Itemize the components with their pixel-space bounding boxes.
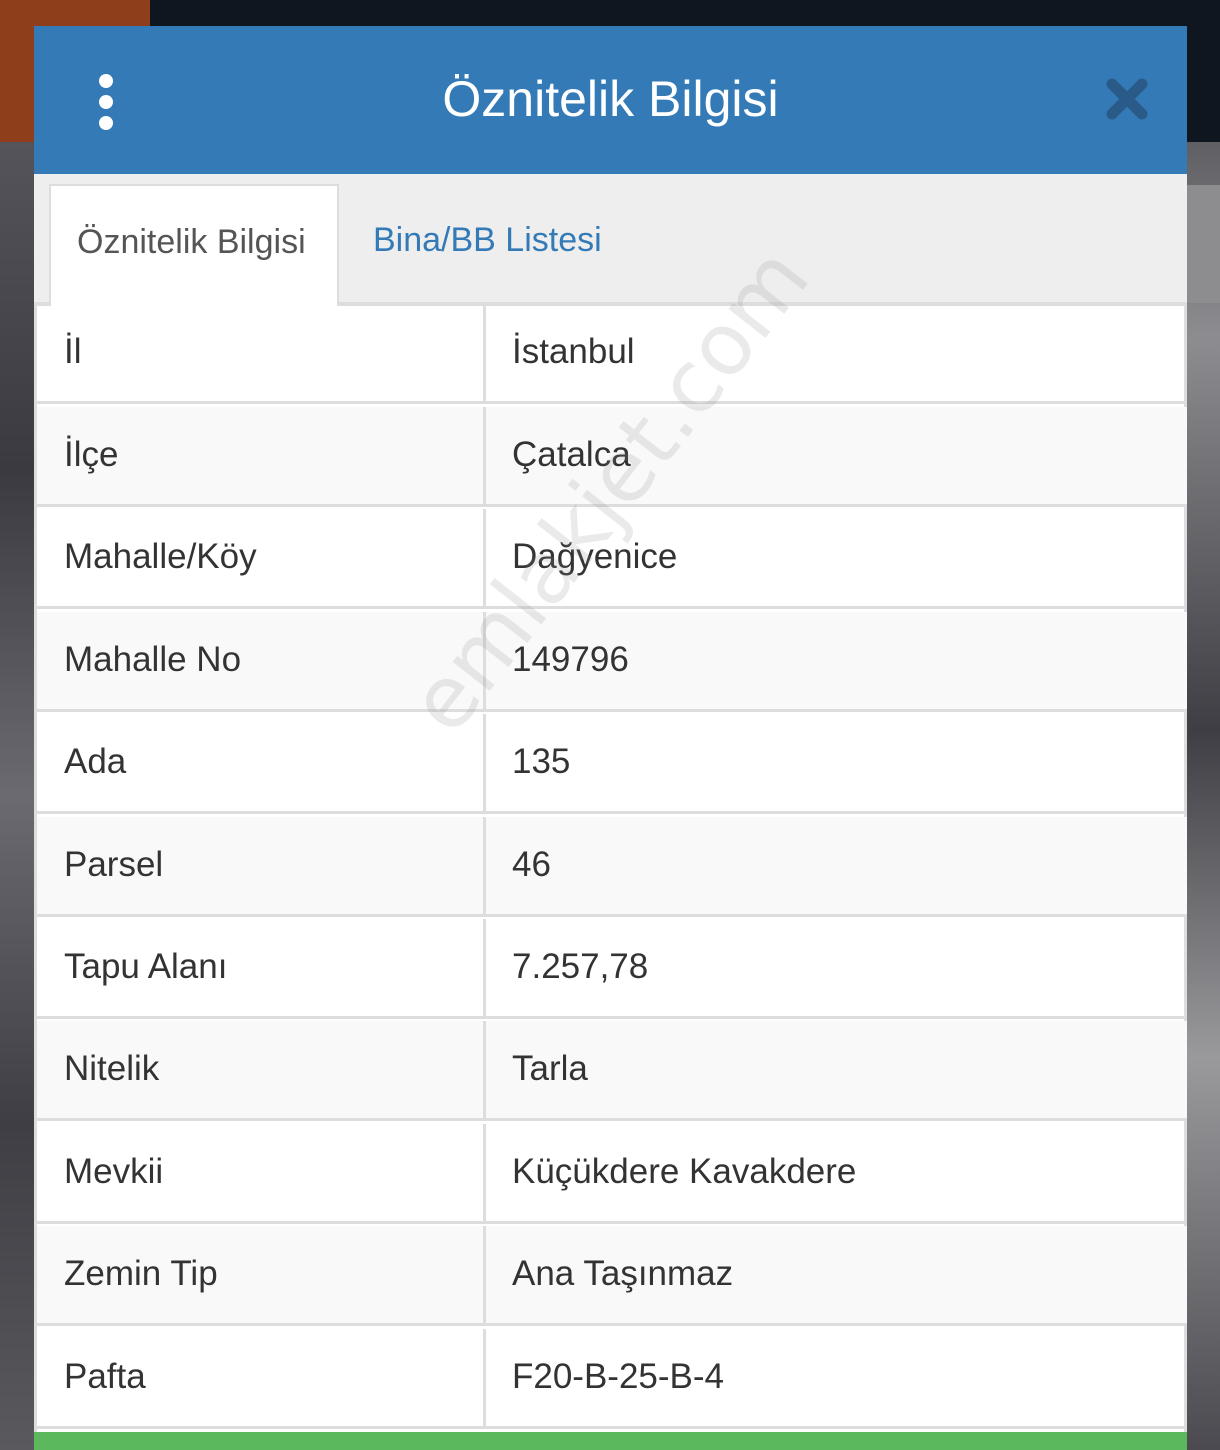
attribute-value: Dağyenice [512,537,678,576]
attribute-key: Mahalle/Köy [64,537,257,576]
attribute-key: Zemin Tip [64,1254,218,1293]
attribute-value: İstanbul [512,332,635,371]
attribute-key: İlçe [64,435,119,474]
table-row: Mahalle/Köy Dağyenice [37,509,1187,609]
table-row: Mahalle No 149796 [37,612,1187,712]
attribute-value: Tarla [512,1049,588,1088]
dialog-title: Öznitelik Bilgisi [442,71,779,127]
attribute-key: Pafta [64,1357,146,1396]
attribute-key: Tapu Alanı [64,947,228,986]
attribute-key: Parsel [64,845,164,884]
table-row: Tapu Alanı 7.257,78 [37,919,1187,1019]
footer-action-bar[interactable] [34,1432,1187,1450]
attribute-key: Mevkii [64,1152,164,1191]
vertical-ellipsis-icon[interactable] [96,74,116,130]
map-background-left [0,142,34,1450]
table-row: Parsel 46 [37,817,1187,917]
tab-bar: Öznitelik Bilgisi Bina/BB Listesi [34,174,1187,306]
table-row: Nitelik Tarla [37,1021,1187,1121]
table-row: Mevkii Küçükdere Kavakdere [37,1124,1187,1224]
attribute-key: Ada [64,742,127,781]
attribute-table: İl İstanbul İlçe Çatalca Mahalle/Köy Dağ… [34,304,1187,1432]
map-background-strip [1187,185,1220,303]
tab-building-list[interactable]: Bina/BB Listesi [347,184,628,300]
attribute-key: Nitelik [64,1049,160,1088]
attribute-key: İl [64,332,82,371]
attribute-value: 135 [512,742,571,781]
table-row: Zemin Tip Ana Taşınmaz [37,1226,1187,1326]
attribute-value: Küçükdere Kavakdere [512,1152,857,1191]
attribute-value: 46 [512,845,551,884]
map-background-right [1187,142,1220,1450]
attribute-value: Ana Taşınmaz [512,1254,734,1293]
attribute-value: 149796 [512,640,629,679]
attribute-info-dialog: Öznitelik Bilgisi Öznitelik Bilgisi Bina… [34,26,1187,1450]
dialog-header: Öznitelik Bilgisi [34,26,1187,174]
close-icon[interactable] [1104,76,1150,122]
table-row: Ada 135 [37,714,1187,814]
attribute-key: Mahalle No [64,640,242,679]
table-row: Pafta F20-B-25-B-4 [37,1329,1187,1429]
attribute-value: Çatalca [512,435,631,474]
table-row: İlçe Çatalca [37,407,1187,507]
table-row: İl İstanbul [37,304,1187,404]
attribute-value: 7.257,78 [512,947,649,986]
tab-attribute-info[interactable]: Öznitelik Bilgisi [49,184,339,306]
attribute-value: F20-B-25-B-4 [512,1357,725,1396]
